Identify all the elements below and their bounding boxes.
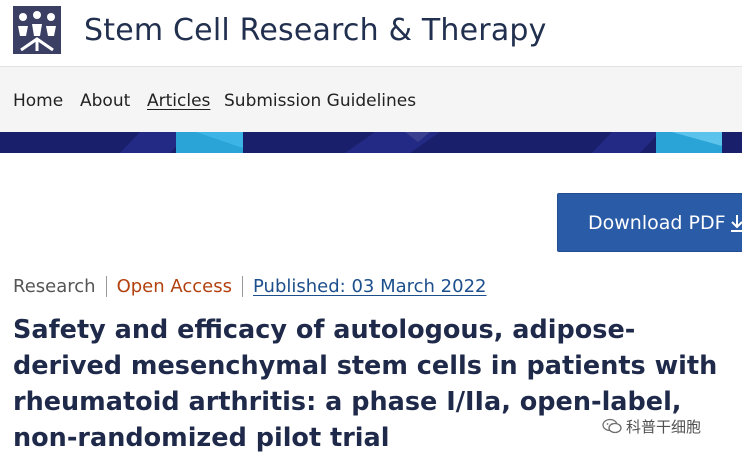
article-type: Research bbox=[13, 276, 107, 297]
main-nav: Home About Articles Submission Guideline… bbox=[0, 66, 742, 133]
published-date-link[interactable]: Published: 03 March 2022 bbox=[243, 276, 486, 297]
wechat-icon bbox=[602, 418, 622, 438]
journal-title[interactable]: Stem Cell Research & Therapy bbox=[84, 13, 547, 48]
site-header: Stem Cell Research & Therapy bbox=[0, 0, 742, 66]
download-icon bbox=[730, 214, 742, 232]
nav-item-submission-guidelines[interactable]: Submission Guidelines bbox=[224, 91, 416, 111]
nav-item-about[interactable]: About bbox=[80, 91, 130, 111]
nav-item-articles[interactable]: Articles bbox=[147, 91, 210, 111]
journal-logo-icon[interactable] bbox=[13, 6, 61, 54]
decorative-banner bbox=[0, 132, 742, 153]
download-pdf-label: Download PDF bbox=[588, 212, 726, 234]
nav-item-home[interactable]: Home bbox=[13, 91, 63, 111]
watermark: 科普干细胞 bbox=[602, 416, 701, 438]
watermark-text: 科普干细胞 bbox=[626, 418, 702, 436]
download-pdf-button[interactable]: Download PDF bbox=[557, 193, 742, 252]
open-access-badge: Open Access bbox=[107, 276, 243, 297]
article-meta: Research Open Access Published: 03 March 2… bbox=[13, 276, 486, 297]
